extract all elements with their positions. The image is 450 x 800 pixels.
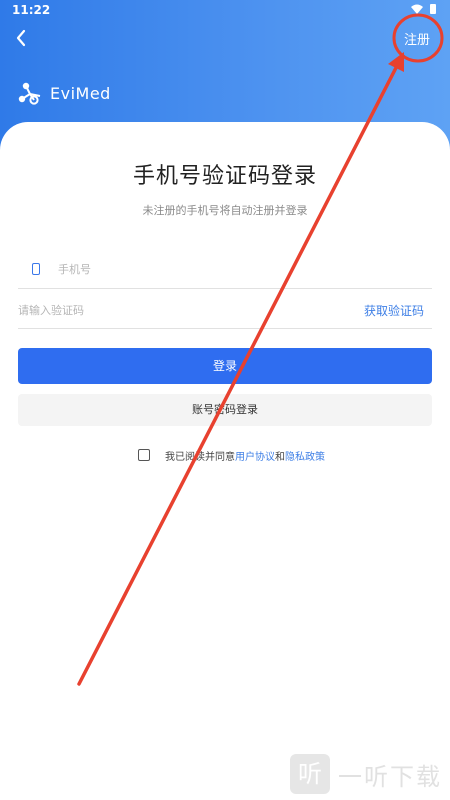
get-code-button[interactable]: 获取验证码 [364,302,424,319]
phone-field[interactable]: 手机号 [18,250,432,289]
wifi-icon [411,4,436,14]
agreement-checkbox[interactable] [138,449,150,461]
status-bar: 11:22 [0,0,450,20]
password-login-button[interactable]: 账号密码登录 [18,394,432,426]
watermark-glyph: 听 [290,754,330,794]
status-icons [410,3,438,18]
agreement-row: 我已阅读并同意 用户协议 和 隐私政策 [138,447,325,463]
evimed-logo-icon [18,82,41,105]
brand-name: EviMed [50,83,111,103]
brand-logo: EviMed [18,80,111,106]
privacy-policy-link[interactable]: 隐私政策 [285,448,325,463]
verification-code-input[interactable]: 请输入验证码 [18,302,84,318]
page-title: 手机号验证码登录 [132,164,317,189]
status-time: 11:22 [12,3,51,17]
phone-icon [32,263,40,275]
chevron-left-icon [16,29,26,47]
agreement-and: 和 [275,451,285,463]
register-link[interactable]: 注册 [404,29,430,48]
page-subtitle: 未注册的手机号将自动注册并登录 [142,204,308,217]
login-button[interactable]: 登录 [18,348,432,384]
watermark-text: 一听下载 [338,762,442,791]
phone-input[interactable]: 手机号 [58,261,91,277]
user-agreement-link[interactable]: 用户协议 [235,448,275,463]
watermark: 听 一听下载 [290,752,442,796]
agreement-prefix: 我已阅读并同意 [165,451,235,463]
verification-code-field[interactable]: 请输入验证码 获取验证码 [18,292,432,329]
back-button[interactable] [10,26,34,50]
battery-icon [430,4,436,14]
